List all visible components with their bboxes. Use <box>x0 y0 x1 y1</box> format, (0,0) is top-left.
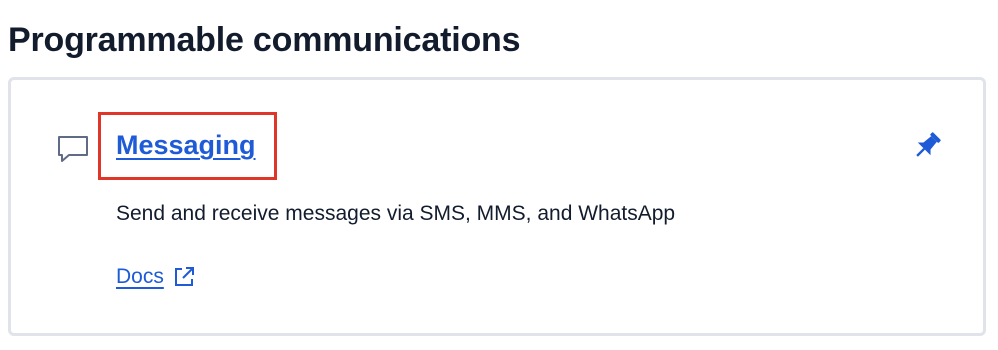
pin-button[interactable] <box>909 130 945 166</box>
section-title: Programmable communications <box>8 21 521 59</box>
docs-link[interactable]: Docs <box>116 263 196 291</box>
chat-bubble-icon <box>56 134 90 164</box>
messaging-link[interactable]: Messaging <box>116 128 256 162</box>
pin-icon <box>910 129 944 168</box>
docs-link-label: Docs <box>116 265 164 288</box>
product-description: Send and receive messages via SMS, MMS, … <box>116 202 676 225</box>
external-link-icon <box>172 265 196 289</box>
product-card: Messaging Send and receive messages via … <box>8 77 986 336</box>
